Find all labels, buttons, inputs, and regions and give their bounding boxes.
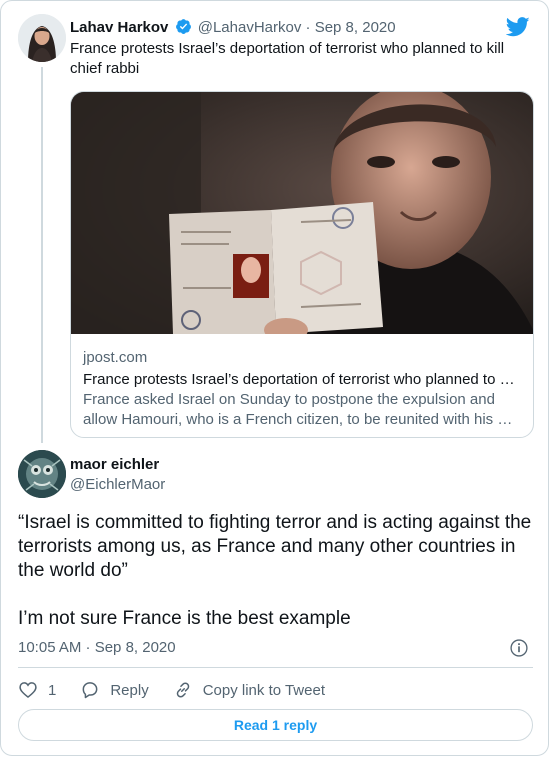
tweet-embed-card: Lahav Harkov @LahavHarkov · Sep 8, 2020 … — [0, 0, 549, 756]
main-author-name[interactable]: maor eichler — [70, 456, 159, 474]
link-preview-meta: jpost.com France protests Israel’s depor… — [83, 348, 521, 430]
heart-icon — [19, 682, 37, 699]
parent-tweet-header: Lahav Harkov @LahavHarkov · Sep 8, 2020 — [70, 18, 396, 40]
parent-author-name[interactable]: Lahav Harkov — [70, 19, 168, 36]
like-button[interactable]: 1 — [18, 680, 56, 700]
info-icon[interactable] — [509, 638, 529, 658]
main-tweet-text: “Israel is committed to fighting terror … — [18, 511, 538, 631]
main-tweet-paragraph: “Israel is committed to fighting terror … — [18, 512, 532, 581]
twitter-bird-icon[interactable] — [506, 16, 530, 38]
link-preview-card[interactable]: jpost.com France protests Israel’s depor… — [70, 91, 534, 438]
link-domain: jpost.com — [83, 349, 148, 366]
action-divider — [18, 667, 533, 668]
copy-link-label: Copy link to Tweet — [202, 681, 325, 699]
parent-author-handle[interactable]: @LahavHarkov — [198, 19, 302, 36]
parent-tweet-text: France protests Israel’s deportation of … — [70, 40, 505, 77]
avatar-image — [18, 14, 66, 62]
reply-bubble-icon — [82, 682, 98, 699]
avatar-image — [18, 450, 66, 498]
main-tweet-paragraph: I’m not sure France is the best example — [18, 608, 351, 629]
verified-badge-icon — [175, 18, 192, 40]
copy-link-button[interactable]: Copy link to Tweet — [173, 680, 325, 700]
link-title: France protests Israel’s deportation of … — [83, 371, 515, 388]
parent-author-avatar[interactable] — [18, 14, 66, 62]
link-icon — [176, 682, 189, 698]
parent-tweet-date[interactable]: Sep 8, 2020 — [315, 19, 396, 36]
read-replies-button[interactable]: Read 1 reply — [18, 709, 533, 741]
like-count: 1 — [48, 681, 57, 699]
link-description: France asked Israel on Sunday to postpon… — [83, 390, 521, 430]
link-description-line: France asked Israel on Sunday to postpon… — [83, 391, 495, 408]
tweet-timestamp[interactable]: 10:05 AM · Sep 8, 2020 — [18, 639, 176, 657]
main-author-handle[interactable]: @EichlerMaor — [70, 476, 165, 494]
thread-connector-line — [41, 67, 43, 443]
link-preview-image — [71, 92, 533, 334]
reply-label: Reply — [110, 681, 149, 699]
header-separator: · — [305, 19, 311, 36]
link-description-line: allow Hamouri, who is a French citizen, … — [83, 411, 513, 428]
main-author-avatar[interactable] — [18, 450, 66, 498]
tweet-actions: 1 Reply Copy link to Tweet — [18, 678, 349, 702]
reply-button[interactable]: Reply — [80, 680, 149, 700]
